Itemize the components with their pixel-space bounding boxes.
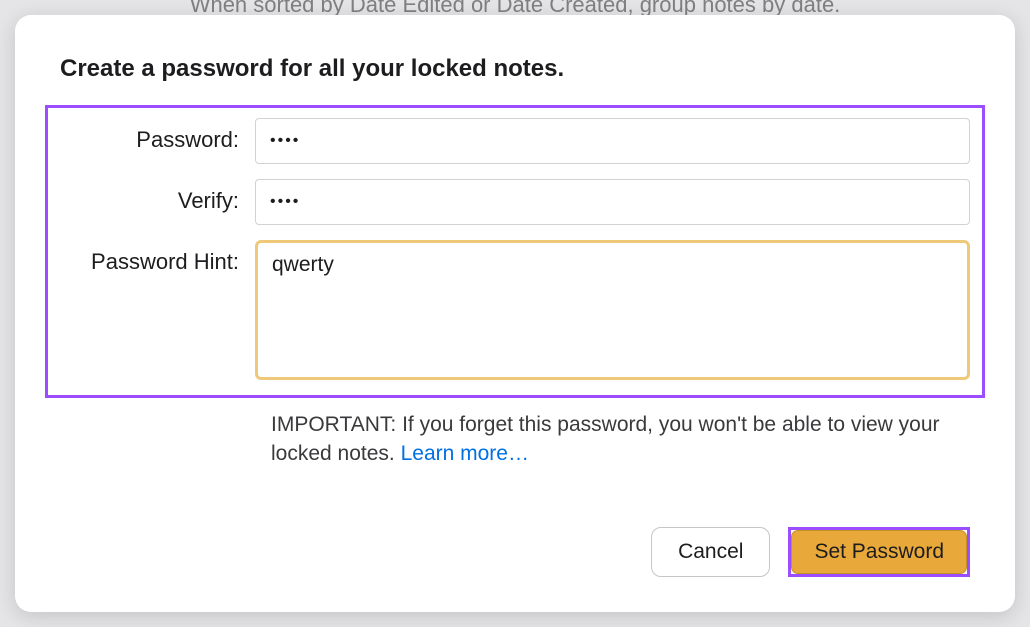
learn-more-link[interactable]: Learn more… — [401, 442, 529, 465]
verify-field[interactable] — [255, 179, 970, 225]
dialog-heading: Create a password for all your locked no… — [60, 55, 970, 83]
password-hint-field[interactable] — [255, 240, 970, 380]
verify-row: Verify: — [60, 179, 970, 225]
important-note: IMPORTANT: If you forget this password, … — [271, 410, 970, 469]
hint-row: Password Hint: — [60, 240, 970, 380]
important-text: IMPORTANT: If you forget this password, … — [271, 413, 940, 465]
cancel-button[interactable]: Cancel — [651, 527, 770, 577]
set-password-highlight: Set Password — [788, 527, 970, 577]
password-field[interactable] — [255, 118, 970, 164]
button-row: Cancel Set Password — [60, 497, 970, 577]
form-area-highlight: Password: Verify: Password Hint: — [45, 105, 985, 398]
verify-label: Verify: — [60, 179, 255, 214]
password-label: Password: — [60, 118, 255, 153]
hint-label: Password Hint: — [60, 240, 255, 275]
set-password-button[interactable]: Set Password — [791, 530, 967, 574]
create-password-dialog: Create a password for all your locked no… — [15, 15, 1015, 612]
password-row: Password: — [60, 118, 970, 164]
